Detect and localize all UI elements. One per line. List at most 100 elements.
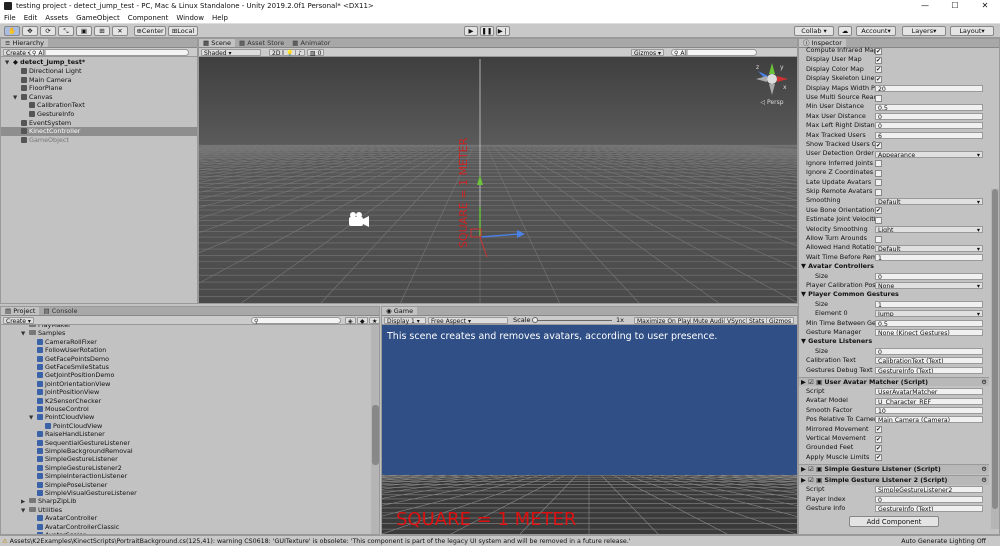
menu-gameobject[interactable]: GameObject bbox=[76, 14, 120, 22]
inspector-checkbox[interactable]: ✔ bbox=[875, 66, 882, 74]
status-message[interactable]: Assets\K2Examples\KinectScripts\Portrait… bbox=[10, 538, 631, 545]
tab-hierarchy[interactable]: ≡ Hierarchy bbox=[1, 39, 48, 47]
inspector-checkbox[interactable]: ✔ bbox=[875, 207, 882, 215]
project-item[interactable]: CameraRollFixer bbox=[1, 338, 369, 347]
display-dropdown[interactable]: Display 1 ▾ bbox=[384, 317, 426, 325]
scene-root-row[interactable]: ▼ ◆ detect_jump_test* bbox=[1, 58, 197, 67]
tab-scene[interactable]: ▦ Scene bbox=[199, 39, 236, 47]
inspector-dropdown[interactable]: Default bbox=[875, 197, 983, 205]
hand-tool-button[interactable]: ✋ bbox=[4, 26, 20, 36]
aspect-dropdown[interactable]: Free Aspect ▾ bbox=[428, 317, 508, 325]
cloud-button[interactable]: ☁ bbox=[838, 26, 852, 36]
custom-tool-button[interactable]: ✕ bbox=[112, 26, 128, 36]
settings-gear-icon[interactable]: ⚙ bbox=[981, 465, 987, 474]
pivot-local-button[interactable]: ⊞ Local bbox=[168, 26, 198, 36]
close-button[interactable]: ✕ bbox=[970, 0, 1000, 12]
component-header[interactable]: ▶ ☑ ▣ Simple Gesture Listener 2 (Script)… bbox=[799, 475, 989, 485]
tab-game[interactable]: ◉ Game bbox=[382, 307, 418, 315]
orientation-gizmo[interactable]: y x z ◁ Persp bbox=[754, 61, 790, 106]
move-tool-button[interactable]: ✥ bbox=[22, 26, 38, 36]
inspector-field[interactable]: GestureInfo (Text) bbox=[875, 505, 983, 513]
project-item[interactable]: ▼ PointCloudView bbox=[1, 413, 369, 422]
inspector-section-header[interactable]: ▼ Avatar Controllers bbox=[801, 262, 921, 271]
inspector-section-header[interactable]: ▼ Gesture Listeners bbox=[801, 337, 921, 346]
persp-label[interactable]: ◁ Persp bbox=[754, 99, 790, 106]
inspector-field[interactable]: 1 bbox=[875, 300, 983, 308]
rect-tool-button[interactable]: ▣ bbox=[76, 26, 92, 36]
inspector-checkbox[interactable] bbox=[875, 216, 882, 224]
settings-gear-icon[interactable]: ⚙ bbox=[981, 378, 987, 387]
hierarchy-item[interactable]: EventSystem bbox=[1, 119, 197, 128]
project-item[interactable]: SimpleInteractionListener bbox=[1, 472, 369, 481]
layout-dropdown[interactable]: Layout ▾ bbox=[950, 26, 994, 36]
scale-slider-thumb[interactable] bbox=[532, 317, 538, 323]
filter-type-icon[interactable]: ◈ bbox=[345, 317, 356, 325]
menu-help[interactable]: Help bbox=[212, 14, 228, 22]
game-viewport[interactable]: This scene creates and removes avatars, … bbox=[382, 325, 797, 534]
inspector-section-header[interactable]: ▼ Player Common Gestures bbox=[801, 290, 921, 299]
inspector-dropdown[interactable]: Default bbox=[875, 244, 983, 252]
project-item[interactable]: SimpleVisualGestureListener bbox=[1, 489, 369, 498]
inspector-scrollbar[interactable] bbox=[991, 189, 999, 529]
collab-button[interactable]: Collab ▾ bbox=[794, 26, 834, 36]
inspector-checkbox[interactable]: ✔ bbox=[875, 454, 882, 462]
inspector-checkbox[interactable] bbox=[875, 169, 882, 177]
inspector-field[interactable]: 0 bbox=[875, 122, 983, 130]
scene-viewport[interactable]: SQUARE = 1 METER y x z ◁ Persp bbox=[199, 57, 797, 303]
vsync-toggle[interactable]: VSync bbox=[724, 317, 749, 325]
pivot-center-button[interactable]: ⊕ Center bbox=[134, 26, 166, 36]
audio-toggle[interactable]: ♪ bbox=[295, 49, 305, 57]
project-item[interactable]: RaiseHandListener bbox=[1, 430, 369, 439]
project-item[interactable]: ▼ Utilities bbox=[1, 506, 369, 515]
inspector-checkbox[interactable]: ✔ bbox=[875, 426, 882, 434]
minimize-button[interactable]: — bbox=[910, 0, 940, 12]
inspector-field[interactable]: 20 bbox=[875, 84, 983, 92]
inspector-checkbox[interactable] bbox=[875, 94, 882, 102]
inspector-field[interactable]: 10 bbox=[875, 406, 983, 414]
settings-gear-icon[interactable]: ⚙ bbox=[981, 476, 987, 485]
stats-toggle[interactable]: Stats bbox=[746, 317, 768, 325]
project-item[interactable]: SimpleBackgroundRemoval bbox=[1, 447, 369, 456]
camera-gizmo-icon[interactable] bbox=[349, 212, 369, 227]
inspector-checkbox[interactable]: ✔ bbox=[875, 56, 882, 64]
inspector-field[interactable]: 0 bbox=[875, 112, 983, 120]
inspector-field[interactable]: CalibrationText (Text) bbox=[875, 357, 983, 365]
inspector-dropdown[interactable]: Appearance bbox=[875, 150, 983, 158]
2d-toggle[interactable]: 2D bbox=[269, 49, 284, 57]
project-item[interactable]: JointOrientationView bbox=[1, 380, 369, 389]
component-header[interactable]: ▶ ☑ ▣ Simple Gesture Listener (Script) ⚙ bbox=[799, 464, 989, 474]
inspector-checkbox[interactable] bbox=[875, 160, 882, 168]
menu-window[interactable]: Window bbox=[176, 14, 204, 22]
project-search-input[interactable]: ⚲ bbox=[251, 317, 341, 325]
project-scroll-thumb[interactable] bbox=[372, 405, 379, 465]
project-item[interactable]: FollowUserRotation bbox=[1, 346, 369, 355]
add-component-button[interactable]: Add Component bbox=[849, 516, 939, 528]
hierarchy-item[interactable]: CalibrationText bbox=[1, 101, 197, 110]
project-scrollbar[interactable] bbox=[371, 325, 379, 534]
hierarchy-item[interactable]: GameObject bbox=[1, 136, 197, 145]
scene-search-input[interactable]: ⚲ All bbox=[671, 49, 757, 57]
hierarchy-item[interactable]: FloorPlane bbox=[1, 84, 197, 93]
inspector-field[interactable]: 0 bbox=[875, 347, 983, 355]
rotate-tool-button[interactable]: ⟳ bbox=[40, 26, 56, 36]
inspector-checkbox[interactable] bbox=[875, 235, 882, 243]
project-item[interactable]: ▶ SharpZipLib bbox=[1, 497, 369, 506]
step-button[interactable]: ▶❘ bbox=[496, 26, 510, 36]
inspector-checkbox[interactable]: ✔ bbox=[875, 435, 882, 443]
inspector-field[interactable]: 0 bbox=[875, 272, 983, 280]
maximize-on-play-toggle[interactable]: Maximize On Play bbox=[634, 317, 694, 325]
project-item[interactable]: SimpleGestureListener bbox=[1, 455, 369, 464]
effects-dropdown[interactable]: ▨ 0 bbox=[307, 49, 325, 57]
project-item[interactable]: GetFacePointsDemo bbox=[1, 355, 369, 364]
inspector-scroll-thumb[interactable] bbox=[992, 189, 998, 509]
tab-animator[interactable]: ▦ Animator bbox=[288, 39, 334, 47]
inspector-field[interactable]: UserAvatarMatcher bbox=[875, 388, 983, 396]
inspector-checkbox[interactable]: ✔ bbox=[875, 141, 882, 149]
menu-component[interactable]: Component bbox=[128, 14, 169, 22]
transform-tool-button[interactable]: ⊞ bbox=[94, 26, 110, 36]
pause-button[interactable]: ❚❚ bbox=[480, 26, 494, 36]
game-gizmos-dropdown[interactable]: Gizmos bbox=[766, 317, 795, 325]
inspector-field[interactable]: 1 bbox=[875, 253, 983, 261]
component-header[interactable]: ▶ ☑ ▣ User Avatar Matcher (Script) ⚙ bbox=[799, 377, 989, 387]
project-item[interactable]: PointCloudView bbox=[1, 422, 369, 431]
